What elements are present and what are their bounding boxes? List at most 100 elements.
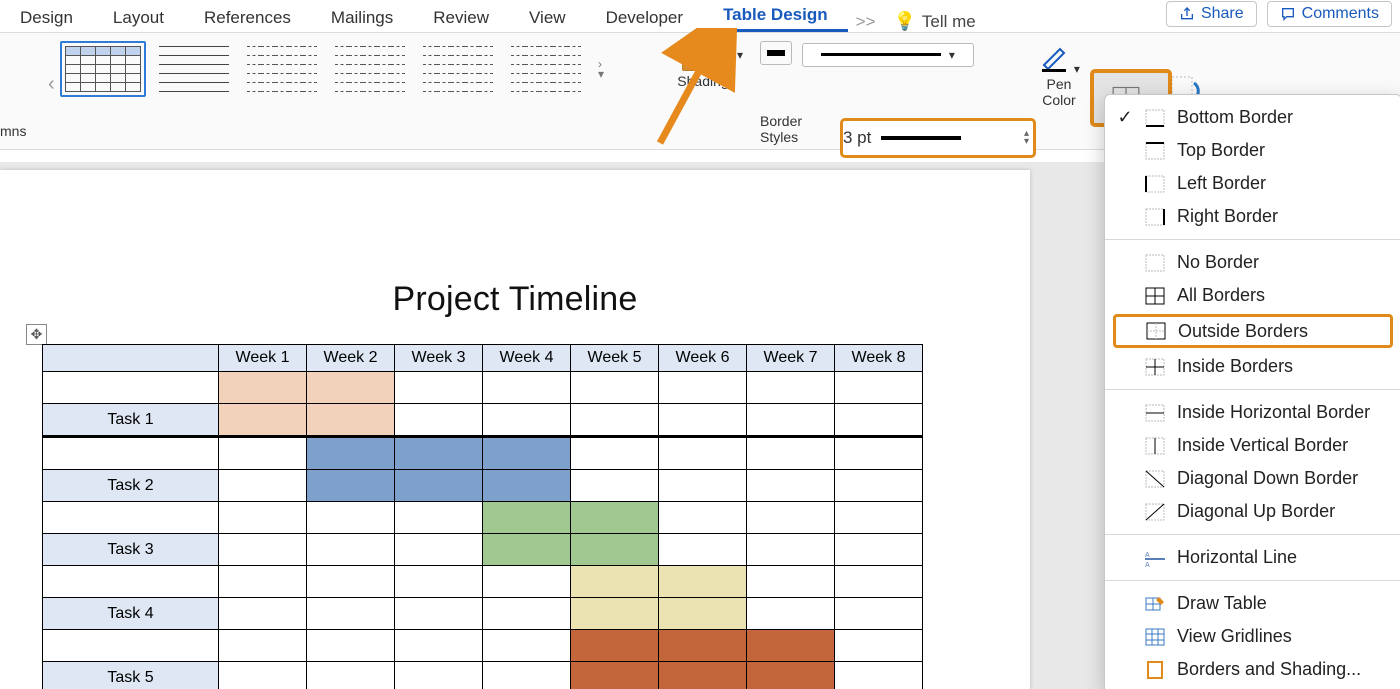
table-header[interactable]: Week 4 (483, 345, 571, 372)
tab-references[interactable]: References (184, 4, 311, 32)
bottom-border-icon (1145, 109, 1165, 127)
tell-me-label: Tell me (922, 12, 976, 32)
table-header[interactable]: Week 5 (571, 345, 659, 372)
tab-design[interactable]: Design (0, 4, 93, 32)
tab-layout[interactable]: Layout (93, 4, 184, 32)
svg-text:A: A (1145, 562, 1150, 567)
table-row[interactable]: Task 2 (43, 470, 923, 502)
tab-view[interactable]: View (509, 4, 586, 32)
lightbulb-icon: 💡 (893, 11, 915, 32)
table-row[interactable] (43, 630, 923, 662)
inside-h-border-icon (1145, 404, 1165, 422)
menu-item-bottom-border[interactable]: ✓ Bottom Border (1105, 101, 1400, 134)
table-styles-gallery: ›▾ (60, 41, 604, 97)
left-border-icon (1145, 175, 1165, 193)
comments-label: Comments (1302, 5, 1379, 23)
all-borders-icon (1145, 287, 1165, 305)
table-row[interactable]: Task 4 (43, 598, 923, 630)
line-style-select[interactable]: ▾ (802, 43, 974, 67)
comment-icon (1280, 6, 1296, 22)
menu-item-view-gridlines[interactable]: View Gridlines (1105, 620, 1400, 653)
table-header[interactable]: Week 8 (835, 345, 923, 372)
menu-item-inside-vertical-border[interactable]: Inside Vertical Border (1105, 429, 1400, 462)
table-row[interactable]: Task 1 (43, 404, 923, 437)
hline-icon: AA (1145, 549, 1165, 567)
menu-item-all-borders[interactable]: All Borders (1105, 279, 1400, 312)
diag-down-icon (1145, 470, 1165, 488)
inside-borders-icon (1145, 358, 1165, 376)
check-icon: ✓ (1117, 107, 1133, 128)
tabs-overflow[interactable]: >> (848, 12, 884, 32)
draw-table-icon (1145, 595, 1165, 613)
menu-item-diagonal-down-border[interactable]: Diagonal Down Border (1105, 462, 1400, 495)
tab-mailings[interactable]: Mailings (311, 4, 413, 32)
table-header[interactable]: Week 3 (395, 345, 483, 372)
page-title: Project Timeline (0, 280, 1030, 319)
shading-group: ▾ Shading (668, 41, 738, 89)
chevron-down-icon: ▾ (949, 48, 955, 62)
svg-text:A: A (1145, 552, 1150, 559)
pen-color-group: ▾ Pen Color (1038, 41, 1080, 108)
menu-item-top-border[interactable]: Top Border (1105, 134, 1400, 167)
diag-up-icon (1145, 503, 1165, 521)
gallery-prev-icon[interactable]: ‹ (48, 73, 55, 96)
gallery-more-button[interactable]: ›▾ (598, 59, 604, 79)
tab-developer[interactable]: Developer (586, 4, 704, 32)
gridlines-icon (1145, 628, 1165, 646)
pen-color-label: Pen Color (1038, 76, 1080, 108)
menu-item-diagonal-up-border[interactable]: Diagonal Up Border (1105, 495, 1400, 528)
table-style-2[interactable] (154, 41, 234, 97)
menu-item-inside-borders[interactable]: Inside Borders (1105, 350, 1400, 383)
menu-item-draw-table[interactable]: Draw Table (1105, 587, 1400, 620)
share-label: Share (1201, 5, 1244, 23)
table-header[interactable]: Week 7 (747, 345, 835, 372)
table-style-1[interactable] (60, 41, 146, 97)
tab-table-design[interactable]: Table Design (703, 1, 848, 32)
borders-dropdown: ✓ Bottom Border Top Border Left Border R… (1104, 94, 1400, 689)
table-row[interactable] (43, 566, 923, 598)
borders-shading-icon (1145, 661, 1165, 679)
table-header[interactable]: Week 2 (307, 345, 395, 372)
shading-button[interactable]: ▾ (682, 41, 724, 71)
menu-item-borders-and-shading[interactable]: Borders and Shading... (1105, 653, 1400, 686)
project-timeline-table[interactable]: Week 1 Week 2 Week 3 Week 4 Week 5 Week … (42, 344, 923, 689)
border-weight-preview (881, 136, 961, 140)
table-row[interactable]: Task 3 (43, 534, 923, 566)
table-row[interactable]: Task 5 (43, 662, 923, 689)
tab-review[interactable]: Review (413, 4, 509, 32)
table-style-3[interactable] (242, 41, 322, 97)
tell-me[interactable]: 💡 Tell me (883, 11, 985, 32)
share-button[interactable]: Share (1166, 1, 1257, 27)
table-header[interactable]: Week 6 (659, 345, 747, 372)
table-style-4[interactable] (330, 41, 410, 97)
border-weight-select[interactable]: 3 pt ▴▾ (840, 118, 1036, 158)
table-header[interactable]: Week 1 (219, 345, 307, 372)
outside-borders-icon (1146, 322, 1166, 340)
table-style-6[interactable] (506, 41, 586, 97)
table-style-5[interactable] (418, 41, 498, 97)
chevron-down-icon: ▾ (737, 48, 743, 62)
table-row[interactable] (43, 372, 923, 404)
table-row[interactable] (43, 437, 923, 470)
menu-item-horizontal-line[interactable]: AA Horizontal Line (1105, 541, 1400, 574)
menu-item-left-border[interactable]: Left Border (1105, 167, 1400, 200)
table-move-handle[interactable]: ✥ (26, 324, 47, 345)
menu-item-outside-borders[interactable]: Outside Borders (1113, 314, 1393, 348)
table-row[interactable] (43, 502, 923, 534)
border-weight-value: 3 pt (843, 128, 871, 148)
top-border-icon (1145, 142, 1165, 160)
menu-item-no-border[interactable]: No Border (1105, 246, 1400, 279)
ribbon-tabs: Design Layout References Mailings Review… (0, 0, 1400, 33)
table-header[interactable] (43, 345, 219, 372)
comments-button[interactable]: Comments (1267, 1, 1392, 27)
pen-icon[interactable] (1038, 41, 1070, 73)
chevron-down-icon[interactable]: ▾ (1074, 62, 1080, 76)
columns-group-label: mns (0, 123, 26, 139)
menu-item-right-border[interactable]: Right Border (1105, 200, 1400, 233)
share-icon (1179, 6, 1195, 22)
inside-v-border-icon (1145, 437, 1165, 455)
no-border-icon (1145, 254, 1165, 272)
menu-item-inside-horizontal-border[interactable]: Inside Horizontal Border (1105, 396, 1400, 429)
weight-spinner[interactable]: ▴▾ (1024, 130, 1029, 146)
border-styles-button[interactable] (760, 41, 792, 65)
